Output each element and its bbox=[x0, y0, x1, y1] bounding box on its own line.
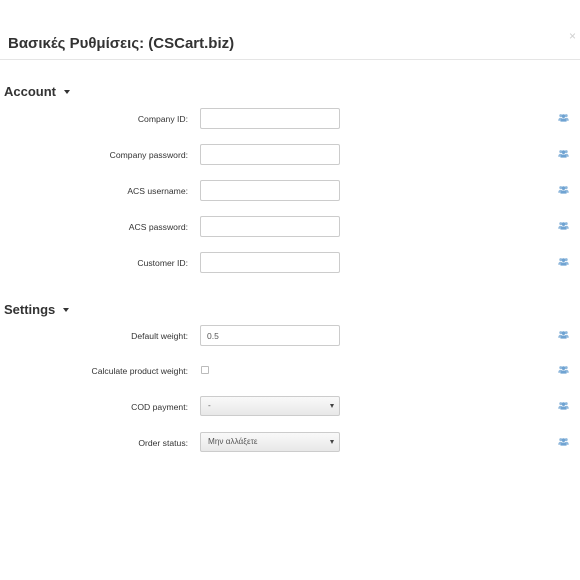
modal-header: Βασικές Ρυθμίσεις: (CSCart.biz) × bbox=[0, 0, 580, 60]
section-title-settings: Settings bbox=[4, 302, 56, 317]
company-password-label: Company password: bbox=[109, 150, 188, 160]
order-status-select[interactable]: Μην αλλάξετε bbox=[200, 432, 340, 452]
users-group-icon[interactable] bbox=[558, 149, 569, 158]
default-weight-input[interactable] bbox=[200, 325, 340, 346]
section-title-account: Account bbox=[4, 84, 56, 99]
field-row-default-weight: Default weight: bbox=[0, 325, 580, 347]
order-status-selected-value: Μην αλλάξετε bbox=[208, 437, 258, 446]
section-toggle-account[interactable]: Account bbox=[4, 84, 70, 99]
users-group-icon[interactable] bbox=[558, 401, 569, 410]
acs-username-label: ACS username: bbox=[127, 186, 188, 196]
default-weight-label: Default weight: bbox=[131, 331, 188, 341]
field-row-company-id: Company ID: bbox=[0, 108, 580, 130]
users-group-icon[interactable] bbox=[558, 365, 569, 374]
close-icon[interactable]: × bbox=[569, 30, 576, 42]
field-row-cod-payment: COD payment: - bbox=[0, 396, 580, 418]
calculate-product-weight-checkbox[interactable] bbox=[201, 366, 209, 374]
company-id-label: Company ID: bbox=[137, 114, 188, 124]
users-group-icon[interactable] bbox=[558, 113, 569, 122]
dropdown-arrow-icon bbox=[330, 404, 334, 408]
acs-password-input[interactable] bbox=[200, 216, 340, 237]
users-group-icon[interactable] bbox=[558, 221, 569, 230]
field-row-acs-password: ACS password: bbox=[0, 216, 580, 238]
customer-id-input[interactable] bbox=[200, 252, 340, 273]
acs-username-input[interactable] bbox=[200, 180, 340, 201]
dropdown-arrow-icon bbox=[330, 440, 334, 444]
caret-down-icon bbox=[64, 89, 70, 94]
company-id-input[interactable] bbox=[200, 108, 340, 129]
users-group-icon[interactable] bbox=[558, 437, 569, 446]
users-group-icon[interactable] bbox=[558, 257, 569, 266]
calculate-product-weight-label: Calculate product weight: bbox=[91, 366, 189, 376]
field-row-order-status: Order status: Μην αλλάξετε bbox=[0, 432, 580, 454]
company-password-input[interactable] bbox=[200, 144, 340, 165]
cod-payment-select[interactable]: - bbox=[200, 396, 340, 416]
order-status-label: Order status: bbox=[138, 438, 188, 448]
cod-payment-selected-value: - bbox=[208, 401, 211, 410]
caret-down-icon bbox=[63, 307, 70, 312]
field-row-company-password: Company password: bbox=[0, 144, 580, 166]
acs-password-label: ACS password: bbox=[128, 222, 188, 232]
settings-modal: Βασικές Ρυθμίσεις: (CSCart.biz) × Accoun… bbox=[0, 0, 580, 580]
field-row-acs-username: ACS username: bbox=[0, 180, 580, 202]
customer-id-label: Customer ID: bbox=[137, 258, 188, 268]
users-group-icon[interactable] bbox=[558, 330, 569, 339]
field-row-calculate-product-weight: Calculate product weight: bbox=[0, 360, 580, 382]
modal-title: Βασικές Ρυθμίσεις: (CSCart.biz) bbox=[8, 35, 235, 52]
section-toggle-settings[interactable]: Settings bbox=[4, 302, 70, 317]
cod-payment-label: COD payment: bbox=[131, 402, 188, 412]
field-row-customer-id: Customer ID: bbox=[0, 252, 580, 274]
users-group-icon[interactable] bbox=[558, 185, 569, 194]
